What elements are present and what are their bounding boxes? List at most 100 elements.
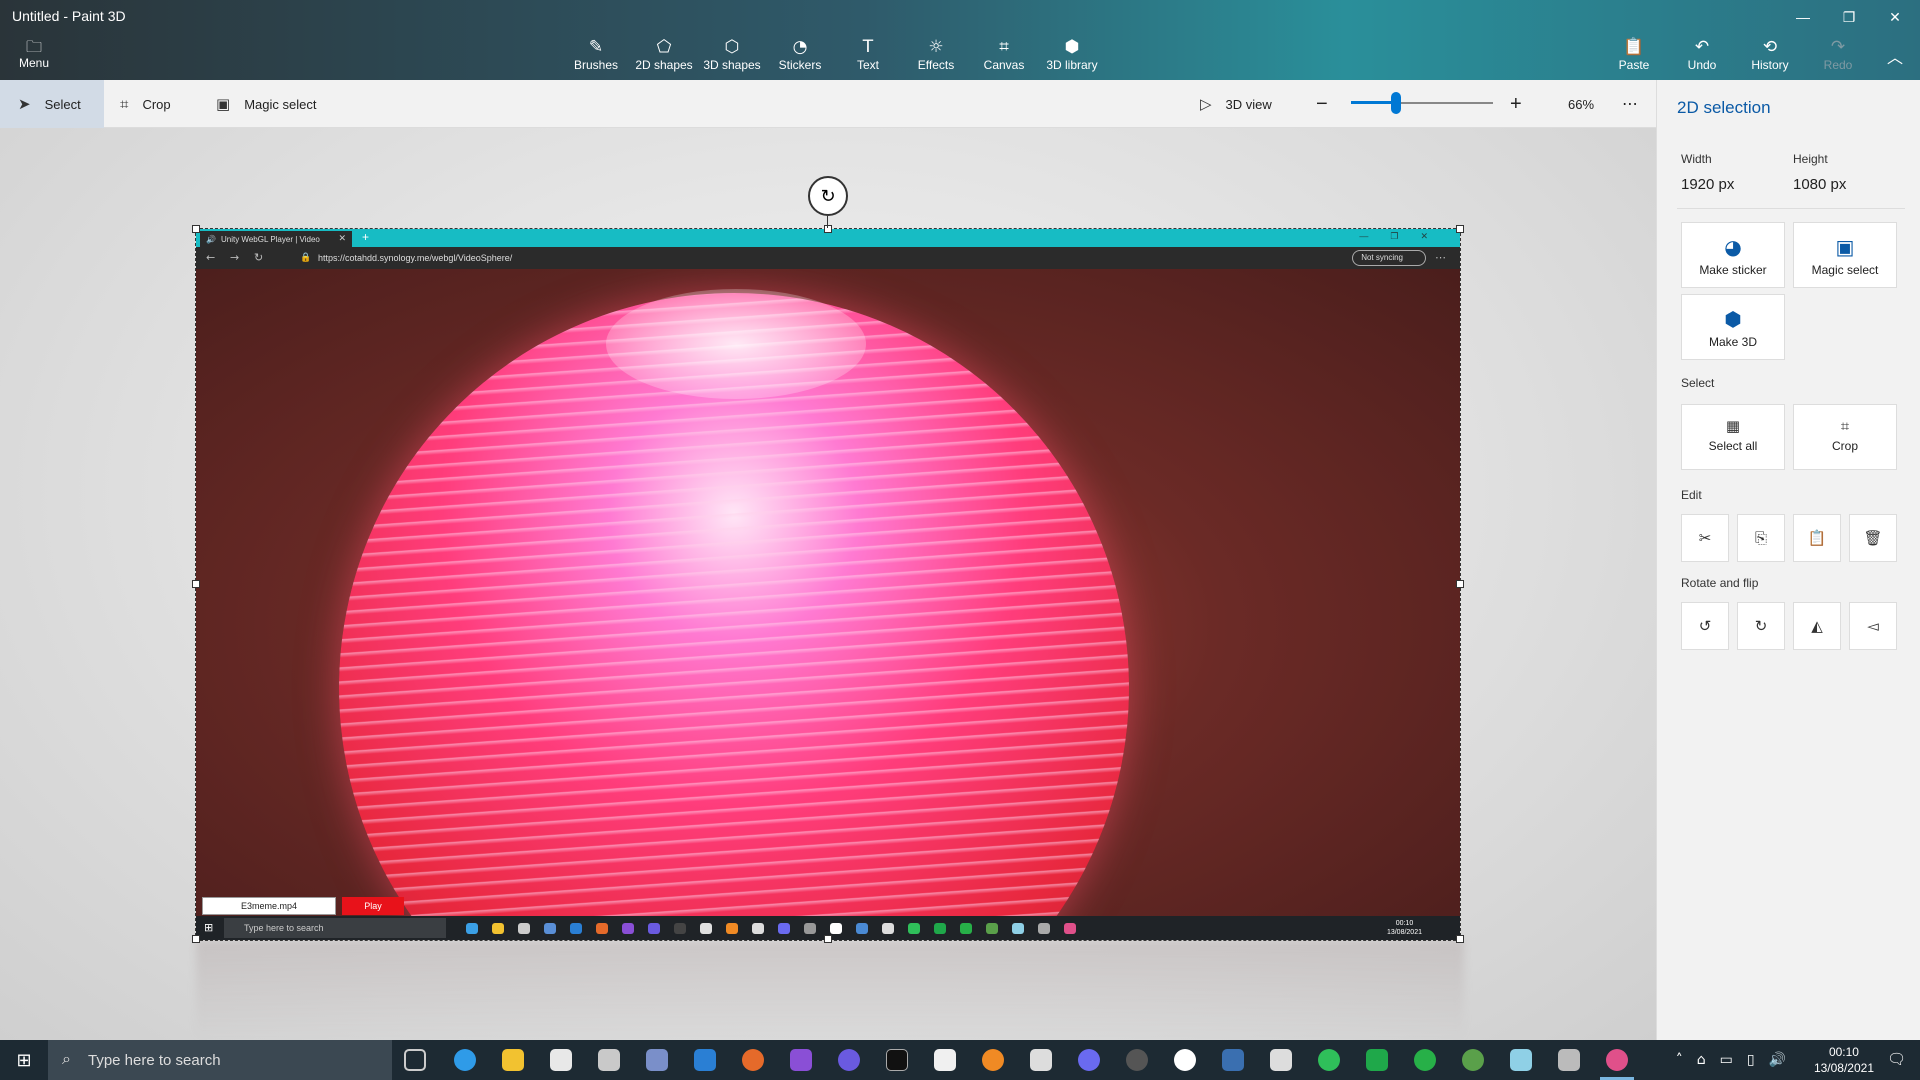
app-icon[interactable]: [1414, 1049, 1436, 1071]
app-icon[interactable]: [646, 1049, 668, 1071]
zoom-slider-thumb[interactable]: [1391, 92, 1401, 114]
app-icon[interactable]: [742, 1049, 764, 1071]
display-icon[interactable]: ▭: [1720, 1052, 1733, 1068]
stickers-button[interactable]: ◔ Stickers: [766, 36, 834, 72]
chevron-up-icon[interactable]: ˄: [1676, 1052, 1683, 1068]
steam-icon[interactable]: [1222, 1049, 1244, 1071]
resize-handle-bottom-left[interactable]: [192, 935, 200, 943]
trash-icon: 🗑: [1863, 529, 1883, 547]
history-button[interactable]: ⟲ History: [1736, 36, 1804, 72]
app-icon[interactable]: [598, 1049, 620, 1071]
height-value[interactable]: 1080 px: [1793, 176, 1846, 193]
width-value[interactable]: 1920 px: [1681, 176, 1734, 193]
resize-handle-top-left[interactable]: [192, 225, 200, 233]
app-icon[interactable]: [838, 1049, 860, 1071]
terminal-icon[interactable]: [886, 1049, 908, 1071]
crop-tool[interactable]: ⌗ Crop: [120, 80, 171, 128]
effects-button[interactable]: ☼ Effects: [902, 36, 970, 72]
crop-icon: ⌗: [1840, 417, 1850, 435]
menu-button[interactable]: 🗀 Menu: [12, 36, 56, 70]
close-button[interactable]: ✕: [1872, 4, 1918, 30]
app-icon[interactable]: [1366, 1049, 1388, 1071]
magic-select-tool[interactable]: ▣ Magic select: [216, 80, 316, 128]
app-icon[interactable]: [1462, 1049, 1484, 1071]
panel-crop-button[interactable]: ⌗ Crop: [1793, 404, 1897, 470]
undo-button[interactable]: ↶ Undo: [1668, 36, 1736, 72]
2d-shapes-button[interactable]: ⬠ 2D shapes: [630, 36, 698, 72]
select-tool[interactable]: ➤ Select: [0, 80, 104, 128]
edge-icon[interactable]: [454, 1049, 476, 1071]
side-panel: 2D selection Width 1920 px Height 1080 p…: [1656, 80, 1920, 1040]
make-3d-button[interactable]: ⬢ Make 3D: [1681, 294, 1785, 360]
brushes-button[interactable]: ✎ Brushes: [562, 36, 630, 72]
text-label: Text: [856, 58, 879, 72]
folder-icon: 🗀: [25, 39, 42, 56]
app-icon[interactable]: [934, 1049, 956, 1071]
file-explorer-icon[interactable]: [502, 1049, 524, 1071]
taskbar-clock[interactable]: 00:10 13/08/2021: [1814, 1044, 1874, 1076]
sticker-icon: ◔: [792, 37, 808, 57]
store-icon[interactable]: [550, 1049, 572, 1071]
flip-vertical-button[interactable]: ◅: [1849, 602, 1897, 650]
resize-handle-top-right[interactable]: [1456, 225, 1464, 233]
resize-handle-left[interactable]: [192, 580, 200, 588]
notification-icon[interactable]: 🗨: [1887, 1050, 1906, 1068]
battery-icon[interactable]: ▯: [1747, 1052, 1755, 1068]
rotate-right-button[interactable]: ↻: [1737, 602, 1785, 650]
resize-handle-right[interactable]: [1456, 580, 1464, 588]
app-icon[interactable]: [1510, 1049, 1532, 1071]
paste-button[interactable]: 📋 Paste: [1600, 36, 1668, 72]
taskbar-search-box[interactable]: ⌕ Type here to search: [48, 1040, 392, 1080]
rotate-flip-heading: Rotate and flip: [1681, 576, 1759, 590]
3d-view-label: 3D view: [1225, 96, 1272, 112]
whatsapp-icon[interactable]: [1318, 1049, 1340, 1071]
app-icon[interactable]: [1174, 1049, 1196, 1071]
3d-view-toggle[interactable]: ▷ 3D view: [1200, 80, 1272, 128]
text-button[interactable]: T Text: [834, 36, 902, 72]
blender-icon[interactable]: [982, 1049, 1004, 1071]
rotate-icon: ↻: [820, 185, 836, 207]
restore-button[interactable]: ❐: [1826, 4, 1872, 30]
cut-button[interactable]: ✂: [1681, 514, 1729, 562]
canvas-button[interactable]: ⌗ Canvas: [970, 36, 1038, 72]
panel-title: 2D selection: [1677, 98, 1771, 117]
flip-horizontal-button[interactable]: ◭: [1793, 602, 1841, 650]
3d-shapes-button[interactable]: ⬡ 3D shapes: [698, 36, 766, 72]
minimize-button[interactable]: —: [1780, 4, 1826, 30]
paint-3d-icon[interactable]: [1606, 1049, 1628, 1071]
unity-icon[interactable]: [1270, 1049, 1292, 1071]
make-sticker-button[interactable]: ◕ Make sticker: [1681, 222, 1785, 288]
zoom-in-button[interactable]: +: [1510, 80, 1522, 128]
3d-library-button[interactable]: ⬢ 3D library: [1038, 36, 1106, 72]
select-all-button[interactable]: ▦ Select all: [1681, 404, 1785, 470]
app-icon[interactable]: [1558, 1049, 1580, 1071]
flip-horizontal-icon: ◭: [1811, 617, 1823, 635]
collapse-ribbon-button[interactable]: ︿: [1860, 44, 1920, 68]
title-bar: Untitled - Paint 3D — ❐ ✕ 🗀 Menu ✎ Brush…: [0, 0, 1920, 80]
redo-label: Redo: [1823, 58, 1853, 72]
resize-handle-top[interactable]: [824, 225, 832, 233]
more-options-button[interactable]: ⋯: [1622, 80, 1638, 128]
app-icon[interactable]: [1030, 1049, 1052, 1071]
rotate-handle[interactable]: ↻: [808, 176, 848, 216]
task-view-icon[interactable]: [404, 1049, 426, 1071]
3d-shapes-icon: ⬡: [724, 37, 740, 57]
resize-handle-bottom-right[interactable]: [1456, 935, 1464, 943]
resize-handle-bottom[interactable]: [824, 935, 832, 943]
network-icon[interactable]: ⌂: [1697, 1052, 1706, 1068]
magic-select-button[interactable]: ▣ Magic select: [1793, 222, 1897, 288]
app-icon[interactable]: [1126, 1049, 1148, 1071]
copy-button[interactable]: ⎘: [1737, 514, 1785, 562]
text-icon: T: [862, 37, 874, 57]
delete-button[interactable]: 🗑: [1849, 514, 1897, 562]
volume-icon[interactable]: 🔊: [1769, 1052, 1786, 1068]
vscode-icon[interactable]: [694, 1049, 716, 1071]
sticker-icon: ◕: [1724, 235, 1742, 259]
rotate-left-button[interactable]: ↺: [1681, 602, 1729, 650]
paste-panel-button[interactable]: 📋: [1793, 514, 1841, 562]
zoom-out-button[interactable]: −: [1316, 80, 1328, 128]
discord-icon[interactable]: [1078, 1049, 1100, 1071]
start-button[interactable]: ⊞: [0, 1040, 48, 1080]
paste-icon: 📋: [1623, 37, 1645, 57]
visual-studio-icon[interactable]: [790, 1049, 812, 1071]
